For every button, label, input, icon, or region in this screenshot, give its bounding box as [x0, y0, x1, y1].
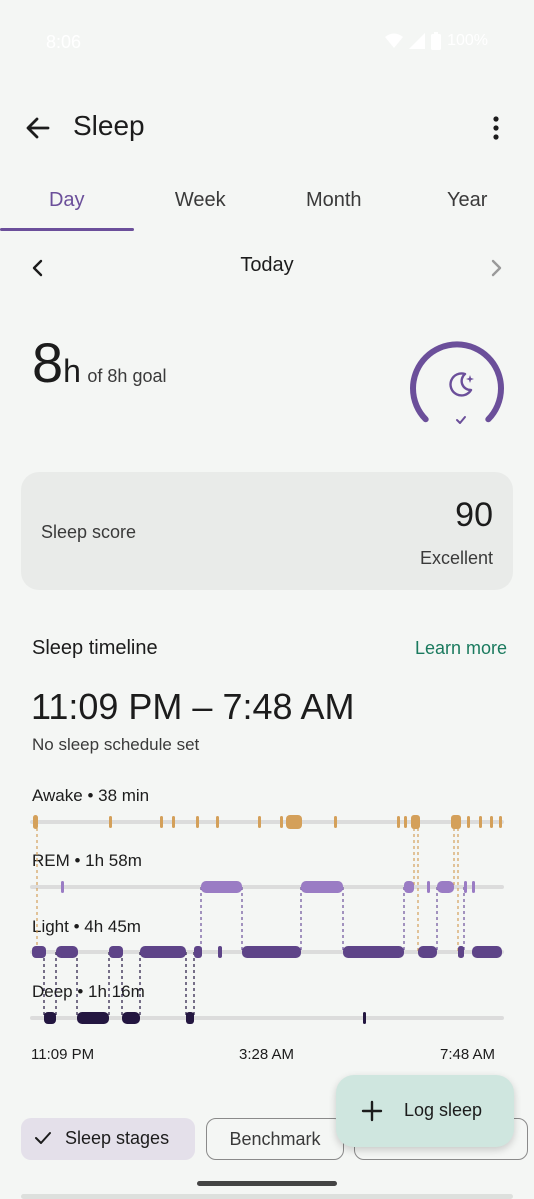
rem-segment: [201, 881, 242, 893]
tab-week[interactable]: Week: [134, 176, 268, 232]
light-segment: [32, 946, 46, 958]
check-icon: [35, 1132, 51, 1144]
rem-segment: [404, 881, 414, 893]
awake-segment: [280, 816, 283, 828]
benchmark-chip[interactable]: Benchmark: [206, 1118, 344, 1160]
learn-more-link[interactable]: Learn more: [415, 638, 507, 659]
log-sleep-label: Log sleep: [404, 1100, 483, 1120]
next-day-icon: [491, 259, 502, 277]
axis-label-mid: 3:28 AM: [239, 1046, 295, 1063]
rem-segment: [437, 881, 454, 893]
awake-segment: [172, 816, 175, 828]
sleep-hours: 8: [32, 331, 64, 394]
rem-segment: [464, 881, 467, 893]
awake-segment: [258, 816, 261, 828]
signal-icon: [409, 33, 426, 49]
deep-segment: [363, 1012, 366, 1024]
date-label: Today: [240, 254, 294, 276]
rem-segment: [301, 881, 343, 893]
light-segment: [56, 946, 78, 958]
awake-segment: [404, 816, 407, 828]
sleep-stage-hypnogram: [30, 815, 504, 1024]
sleep-timeline-heading: Sleep timeline: [32, 637, 158, 659]
benchmark-chip-label: Benchmark: [229, 1129, 321, 1149]
sleep-goal-ring: [410, 341, 504, 424]
awake-segment: [286, 815, 302, 829]
goal-check-icon: [456, 416, 466, 424]
active-tab-indicator: [0, 228, 134, 231]
sleep-duration-summary: 8h of 8h goal: [32, 330, 167, 394]
sleep-hours-unit: h: [63, 353, 81, 389]
deep-segment: [122, 1012, 140, 1024]
home-indicator[interactable]: [197, 1181, 337, 1186]
awake-segment: [216, 816, 219, 828]
tab-year[interactable]: Year: [401, 176, 534, 232]
awake-segment: [479, 816, 482, 828]
light-segment: [218, 946, 222, 958]
status-bar: 8:06 100%: [0, 0, 534, 88]
rem-segment: [61, 881, 64, 893]
light-segment: [472, 946, 502, 958]
sleep-stages-chip[interactable]: Sleep stages: [21, 1118, 195, 1160]
light-segment: [458, 946, 464, 958]
awake-segment: [467, 816, 470, 828]
light-segment: [109, 946, 123, 958]
battery-percent: 100%: [447, 32, 488, 49]
rem-segment: [472, 881, 475, 893]
awake-segment: [451, 815, 461, 829]
plus-icon: [361, 1100, 383, 1122]
status-time: 8:06: [46, 32, 82, 52]
period-tabs: Day Week Month Year: [0, 176, 534, 234]
app-bar: Sleep: [0, 100, 534, 156]
awake-segment: [499, 816, 502, 828]
back-arrow-icon[interactable]: [22, 112, 54, 144]
awake-segment: [160, 816, 163, 828]
tab-month[interactable]: Month: [267, 176, 401, 232]
status-icons: 100%: [385, 32, 488, 50]
rem-segment: [427, 881, 430, 893]
tab-day[interactable]: Day: [0, 176, 134, 232]
moon-stars-icon: [449, 372, 474, 397]
sleep-score-value: 90: [455, 496, 493, 534]
sleep-time-range: 11:09 PM – 7:48 AM: [31, 686, 355, 727]
deep-segment: [44, 1012, 56, 1024]
deep-segment: [77, 1012, 109, 1024]
axis-label-start: 11:09 PM: [31, 1046, 95, 1063]
awake-segment: [33, 815, 38, 829]
awake-segment: [490, 816, 493, 828]
deep-segment: [186, 1012, 194, 1024]
light-segment: [194, 946, 202, 958]
light-segment: [343, 946, 404, 958]
wifi-icon: [385, 33, 404, 48]
sleep-score-card[interactable]: Sleep score 90 Excellent: [21, 472, 513, 590]
battery-icon: [431, 32, 442, 50]
sleep-schedule-note: No sleep schedule set: [32, 735, 200, 754]
sleep-stages-chip-label: Sleep stages: [65, 1128, 170, 1148]
awake-segment: [109, 816, 112, 828]
awake-segment: [196, 816, 199, 828]
log-sleep-button[interactable]: Log sleep: [336, 1075, 514, 1147]
light-segment: [418, 946, 437, 958]
awake-segment: [411, 815, 420, 829]
page-title: Sleep: [73, 110, 145, 141]
sleep-goal-text: of 8h goal: [87, 366, 167, 386]
awake-segment: [334, 816, 337, 828]
light-segment: [140, 946, 186, 958]
sleep-score-label: Sleep score: [41, 522, 137, 542]
awake-segment: [397, 816, 400, 828]
axis-label-end: 7:48 AM: [440, 1046, 496, 1063]
sleep-score-description: Excellent: [419, 548, 493, 568]
more-options-icon[interactable]: [480, 112, 512, 144]
date-navigation: Today: [0, 248, 534, 288]
bottom-card-edge: [21, 1194, 513, 1199]
light-segment: [242, 946, 301, 958]
